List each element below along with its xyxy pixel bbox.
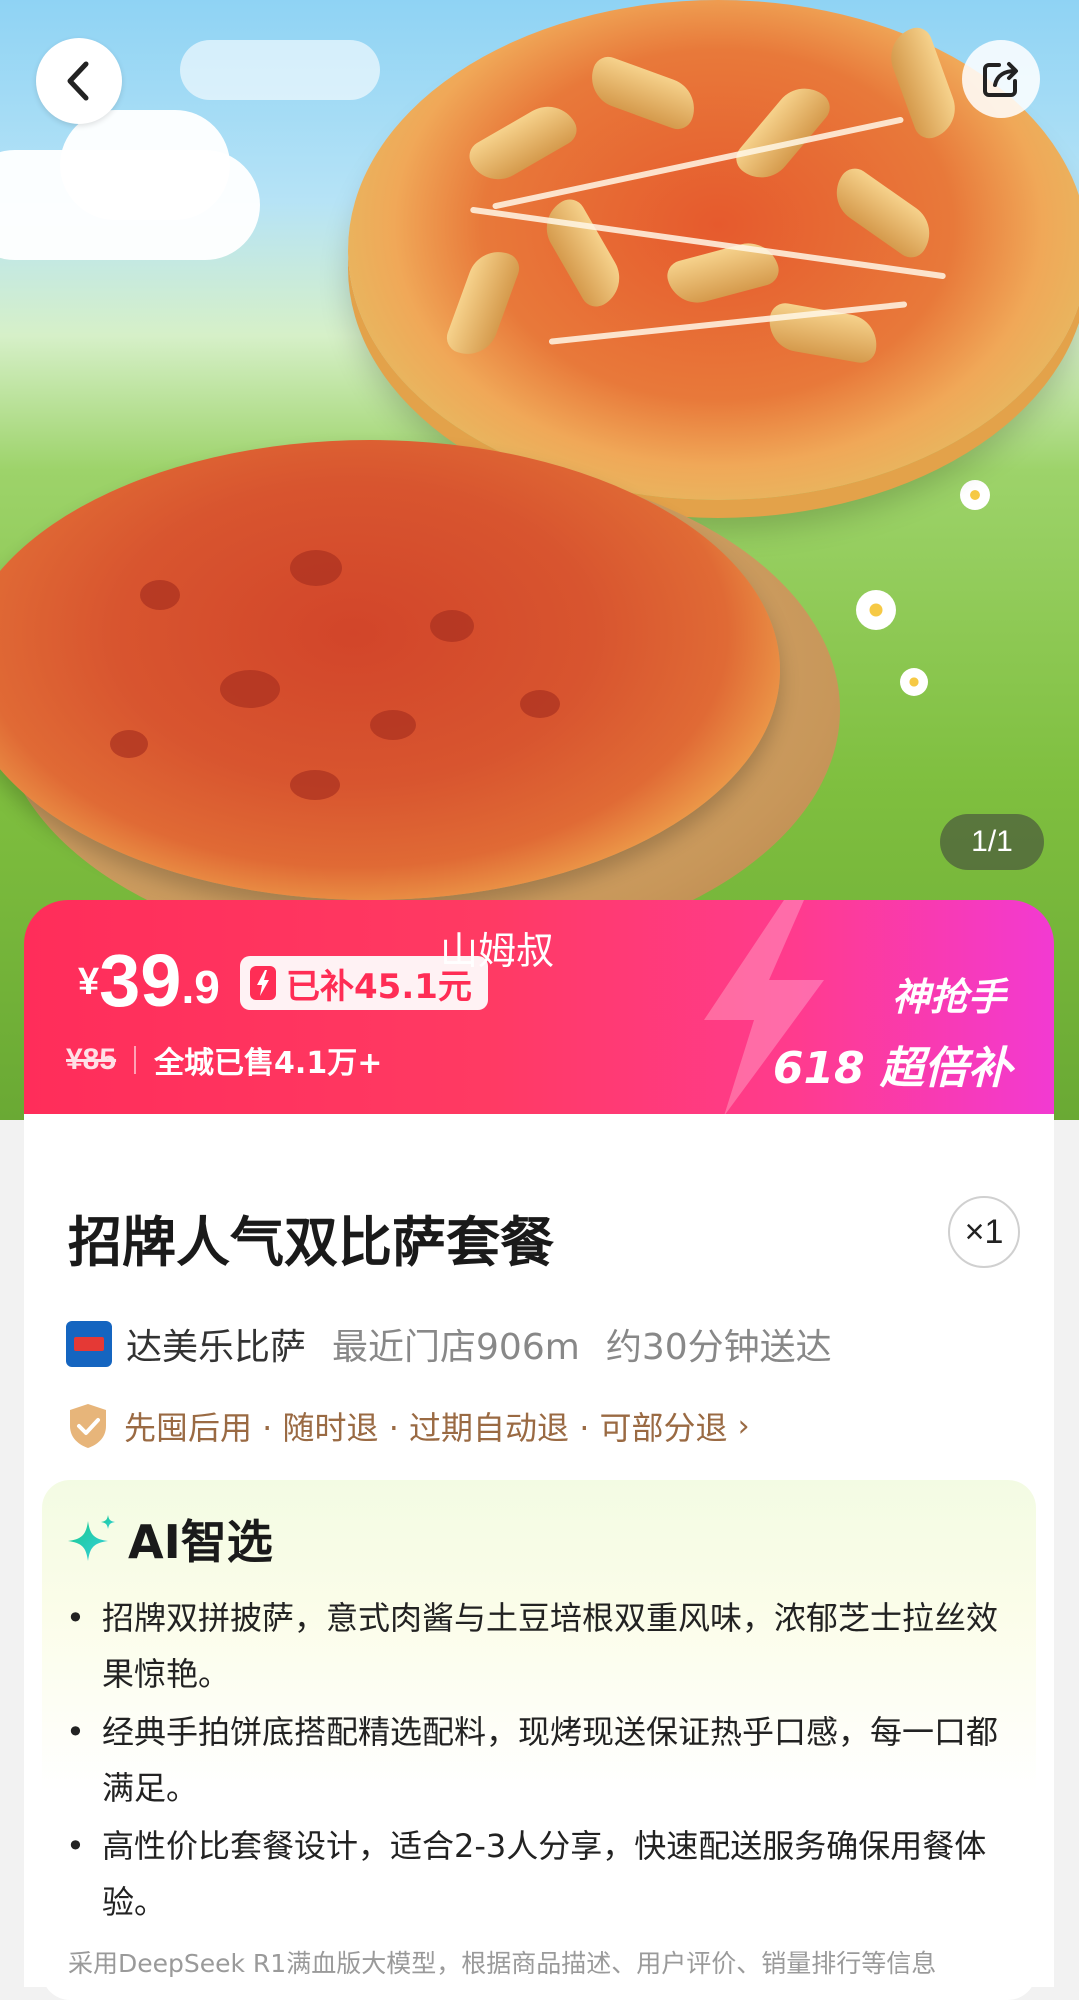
guarantee-row[interactable]: 先囤后用 · 随时退 · 过期自动退 · 可部分退 › — [66, 1402, 750, 1450]
current-price: ¥ 39 .9 — [78, 944, 220, 1018]
quantity-badge: ×1 — [948, 1196, 1020, 1268]
list-item: • 高性价比套餐设计，适合2-3人分享，快速配送服务确保用餐体验。 — [66, 1818, 1016, 1930]
back-arrow-icon — [67, 61, 89, 101]
store-name[interactable]: 达美乐比萨 — [126, 1318, 306, 1370]
price-meta: ¥85 全城已售4.1万+ — [66, 1038, 382, 1082]
bullet-text: 经典手拍饼底搭配精选配料，现烤现送保证热乎口感，每一口都满足。 — [102, 1713, 999, 1807]
original-price: ¥85 — [66, 1043, 117, 1076]
ai-disclaimer: 采用DeepSeek R1满血版大模型，根据商品描述、用户评价、销量排行等信息 — [68, 1949, 937, 1978]
user-watermark: 山姆叔 — [440, 929, 555, 973]
delivery-time: 约30分钟送达 — [605, 1327, 832, 1368]
promo-tag-line1: 神抢手 — [891, 975, 1006, 1019]
ai-title: AI智选 — [128, 1515, 273, 1569]
shield-check-icon — [70, 1404, 106, 1448]
product-title: 招牌人气双比萨套餐 — [68, 1211, 554, 1274]
list-item: • 招牌双拼披萨，意式肉酱与土豆培根双重风味，浓郁芝士拉丝效果惊艳。 — [66, 1590, 1016, 1702]
back-button[interactable] — [36, 38, 122, 124]
store-distance: 最近门店906m — [332, 1327, 580, 1368]
flower-decoration — [856, 590, 896, 630]
divider — [134, 1046, 137, 1074]
share-icon — [983, 62, 1018, 97]
currency-symbol: ¥ — [78, 961, 100, 1003]
bullet-text: 高性价比套餐设计，适合2-3人分享，快速配送服务确保用餐体验。 — [102, 1827, 987, 1921]
store-logo-icon — [66, 1321, 112, 1367]
price-decimal: .9 — [181, 961, 220, 1013]
promo-tag-line2: 618 超倍补 — [772, 1043, 1012, 1094]
share-button[interactable] — [962, 40, 1040, 118]
price-integer: 39 — [99, 939, 182, 1022]
ai-header: AI智选 — [66, 1506, 273, 1572]
chevron-right-icon: › — [737, 1408, 750, 1444]
sparkle-icon — [68, 1515, 115, 1561]
flower-decoration — [960, 480, 990, 510]
bolt-icon — [250, 966, 276, 1000]
list-item: • 经典手拍饼底搭配精选配料，现烤现送保证热乎口感，每一口都满足。 — [66, 1704, 1016, 1816]
bullet-text: 招牌双拼披萨，意式肉酱与土豆培根双重风味，浓郁芝士拉丝效果惊艳。 — [102, 1599, 999, 1693]
product-info-card: 招牌人气双比萨套餐 ×1 达美乐比萨 最近门店906m 约30分钟送达 先囤后用… — [24, 1114, 1054, 2000]
store-info[interactable]: 达美乐比萨 最近门店906m 约30分钟送达 — [66, 1318, 832, 1370]
image-pager: 1/1 — [940, 814, 1044, 870]
guarantee-text: 先囤后用 · 随时退 · 过期自动退 · 可部分退 — [124, 1409, 728, 1447]
ai-summary-panel: AI智选 • 招牌双拼披萨，意式肉酱与土豆培根双重风味，浓郁芝士拉丝效果惊艳。 … — [42, 1480, 1036, 2000]
flower-decoration — [900, 668, 928, 696]
ai-bullet-list: • 招牌双拼披萨，意式肉酱与土豆培根双重风味，浓郁芝士拉丝效果惊艳。 • 经典手… — [66, 1590, 1016, 1932]
cloud-decoration — [60, 110, 230, 220]
cloud-decoration — [180, 40, 380, 100]
sold-count: 全城已售4.1万+ — [154, 1046, 383, 1081]
